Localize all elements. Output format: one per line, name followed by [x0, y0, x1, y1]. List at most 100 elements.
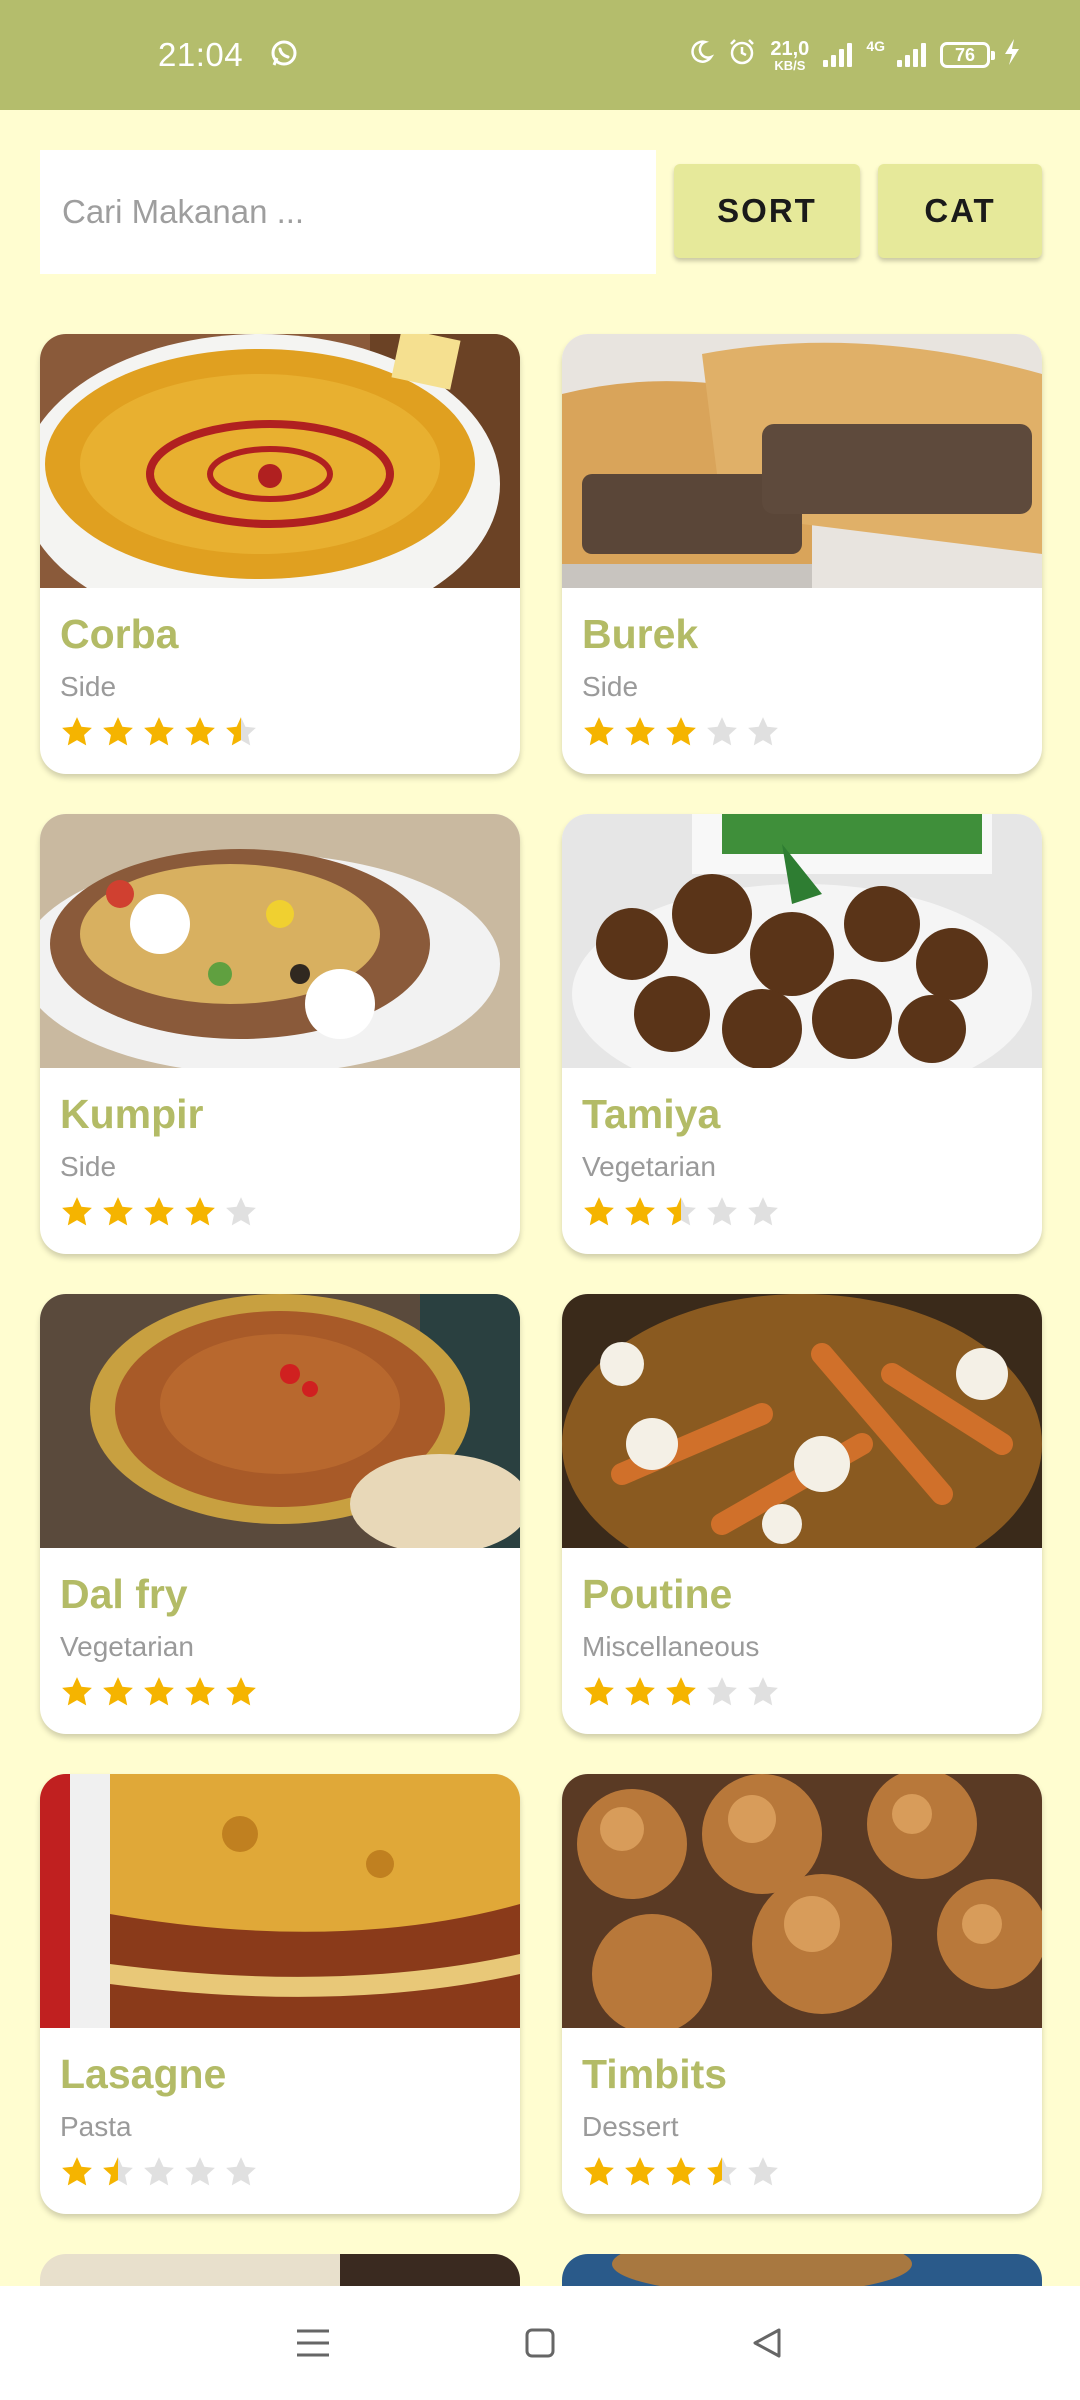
cell-signal-icon [897, 43, 926, 67]
meal-category: Side [582, 671, 639, 702]
star-full-icon [62, 2157, 92, 2186]
star-empty-icon [226, 1197, 256, 1226]
star-full-icon [226, 1677, 256, 1706]
meal-name: Dal fry [60, 1571, 188, 1617]
star-full-icon [584, 2157, 614, 2186]
star-full-icon [62, 717, 92, 746]
card-body: Tamiya Vegetarian [562, 1068, 1042, 1229]
status-time: 21:04 [158, 36, 244, 73]
star-empty-icon [144, 2157, 174, 2186]
star-full-icon [625, 1677, 655, 1706]
meal-card[interactable]: Burek Side [562, 334, 1042, 774]
rating-stars [60, 1675, 500, 1709]
rating-stars [582, 2155, 1022, 2189]
star-full-icon [666, 1677, 696, 1706]
navigation-bar [0, 2286, 1080, 2400]
rating-stars [582, 1195, 1022, 1229]
rating-stars [60, 1195, 500, 1229]
wifi-signal-icon [823, 43, 853, 67]
star-full-icon [584, 1197, 614, 1226]
rating-stars [60, 715, 500, 749]
moon-icon [688, 39, 715, 72]
star-full-icon [666, 717, 696, 746]
card-body: Poutine Miscellaneous [562, 1548, 1042, 1709]
card-body: Timbits Dessert [562, 2028, 1042, 2189]
meal-image-timbits [562, 1774, 1042, 2028]
whatsapp-icon [269, 38, 299, 73]
star-full-icon [185, 1677, 215, 1706]
star-half-icon [103, 2157, 133, 2186]
status-right: 21,0 KB/S 4G 76 [688, 38, 1020, 73]
category-button[interactable]: CAT [878, 164, 1042, 258]
meal-card[interactable]: Kumpir Side [40, 814, 520, 1254]
search-input[interactable] [40, 150, 656, 274]
star-full-icon [144, 717, 174, 746]
card-body: Burek Side [562, 588, 1042, 749]
meal-category: Side [60, 1151, 117, 1182]
star-full-icon [62, 1197, 92, 1226]
meal-grid: Corba Side Burek Side Kumpir Side Tamiya… [40, 334, 1042, 2214]
star-empty-icon [748, 1197, 778, 1226]
net-speed-value: 21,0 [770, 37, 810, 60]
meal-category: Vegetarian [60, 1631, 194, 1662]
alarm-icon [728, 38, 756, 73]
star-half-icon [707, 2157, 737, 2186]
meal-image-lasagne [40, 1774, 520, 2028]
meal-card[interactable]: Timbits Dessert [562, 1774, 1042, 2214]
sort-button[interactable]: SORT [674, 164, 860, 258]
meal-image-burek [562, 334, 1042, 588]
star-half-icon [226, 717, 256, 746]
meal-name: Timbits [582, 2051, 728, 2097]
meal-category: Miscellaneous [582, 1631, 760, 1662]
star-full-icon [185, 1197, 215, 1226]
meal-image-dal-fry [40, 1294, 520, 1548]
meal-category: Pasta [60, 2111, 132, 2142]
network-type: 4G [866, 37, 885, 54]
star-full-icon [584, 717, 614, 746]
meal-card[interactable]: Lasagne Pasta [40, 1774, 520, 2214]
meal-name: Corba [60, 611, 179, 657]
meal-name: Poutine [582, 1571, 733, 1617]
meal-image-poutine [562, 1294, 1042, 1548]
meal-name: Burek [582, 611, 699, 657]
meal-name: Tamiya [582, 1091, 721, 1137]
star-full-icon [584, 1677, 614, 1706]
meal-card[interactable]: Tamiya Vegetarian [562, 814, 1042, 1254]
card-body: Corba Side [40, 588, 520, 749]
charging-icon [1004, 38, 1020, 73]
net-speed-unit: KB/S [774, 57, 806, 73]
star-full-icon [625, 1197, 655, 1226]
star-empty-icon [707, 717, 737, 746]
battery-indicator: 76 [940, 42, 995, 68]
meal-category: Dessert [582, 2111, 679, 2142]
star-empty-icon [226, 2157, 256, 2186]
star-full-icon [103, 717, 133, 746]
meal-name: Kumpir [60, 1091, 204, 1137]
meal-category: Side [60, 671, 117, 702]
card-body: Kumpir Side [40, 1068, 520, 1229]
star-full-icon [666, 2157, 696, 2186]
meal-card[interactable]: Corba Side [40, 334, 520, 774]
star-full-icon [62, 1677, 92, 1706]
meal-image-kumpir [40, 814, 520, 1068]
menu-icon[interactable] [283, 2313, 343, 2373]
meal-card[interactable]: Dal fry Vegetarian [40, 1294, 520, 1734]
home-square-icon[interactable] [510, 2313, 570, 2373]
star-full-icon [103, 1197, 133, 1226]
star-empty-icon [748, 1677, 778, 1706]
star-full-icon [625, 717, 655, 746]
meal-card[interactable]: Poutine Miscellaneous [562, 1294, 1042, 1734]
back-triangle-icon[interactable] [737, 2313, 797, 2373]
rating-stars [60, 2155, 500, 2189]
meal-name: Lasagne [60, 2051, 227, 2097]
meal-category: Vegetarian [582, 1151, 716, 1182]
star-half-icon [666, 1197, 696, 1226]
rating-stars [582, 1675, 1022, 1709]
star-empty-icon [185, 2157, 215, 2186]
star-full-icon [185, 717, 215, 746]
net-speed: 21,0 KB/S [770, 39, 809, 72]
meal-image-corba [40, 334, 520, 588]
card-body: Lasagne Pasta [40, 2028, 520, 2189]
star-empty-icon [748, 717, 778, 746]
star-full-icon [103, 1677, 133, 1706]
